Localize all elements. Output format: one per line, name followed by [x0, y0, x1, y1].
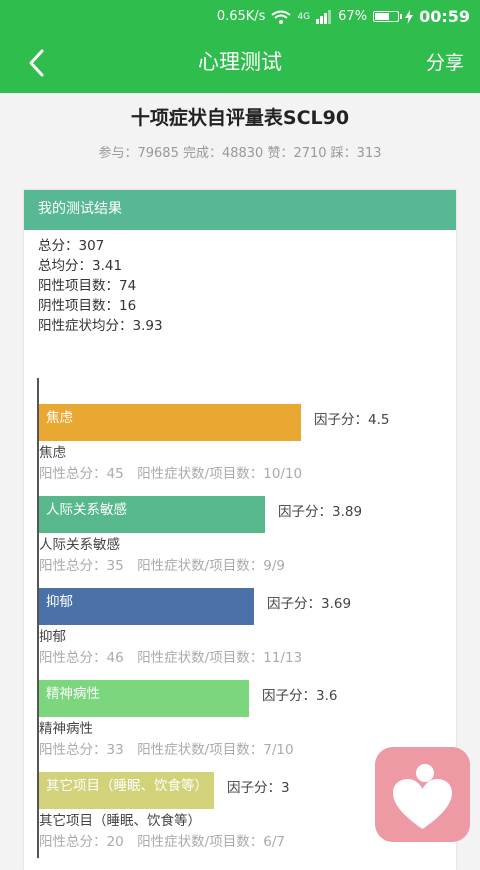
test-title: 十项症状自评量表SCL90: [130, 107, 350, 129]
network-speed: 0.65K/s: [216, 9, 266, 24]
result-summary: 总分：307 总均分：3.41 阳性项目数：74 阴性项目数：16 阳性症状均分…: [38, 236, 163, 336]
factor-score-label: 因子分：3.89: [278, 504, 363, 520]
factor-score-label: 因子分：4.5: [314, 412, 390, 428]
factor-name: 精神病性: [39, 721, 93, 737]
factor-score-label: 因子分：3: [227, 780, 290, 796]
factor-detail: 阳性总分：33 阳性症状数/项目数：7/10: [39, 742, 294, 758]
result-card-header: 我的测试结果: [24, 190, 456, 230]
wifi-icon: [271, 10, 292, 24]
factor-name: 人际关系敏感: [39, 537, 120, 553]
floating-heart-button[interactable]: [375, 747, 470, 842]
summary-average: 总均分：3.41: [38, 258, 123, 274]
factor-name: 抑郁: [39, 629, 66, 645]
factor-score-label: 因子分：3.69: [267, 596, 352, 612]
clock: 00:59: [419, 7, 470, 26]
summary-positive-average: 阳性症状均分：3.93: [38, 318, 163, 334]
factor-name: 其它项目（睡眠、饮食等）: [39, 813, 201, 829]
factor-name: 焦虑: [39, 445, 66, 461]
summary-positive-count: 阳性项目数：74: [38, 278, 137, 294]
app-bar: 心理测试 分享: [0, 33, 480, 93]
page-title: 心理测试: [198, 50, 282, 74]
chart-bar: 精神病性: [39, 680, 249, 717]
factor-score-label: 因子分：3.6: [262, 688, 338, 704]
factor-detail: 阳性总分：35 阳性症状数/项目数：9/9: [39, 558, 285, 574]
battery-icon: [373, 11, 403, 22]
status-bar: 0.65K/s 4G 67% 00:59: [0, 0, 480, 33]
factor-detail: 阳性总分：46 阳性症状数/项目数：11/13: [39, 650, 303, 666]
factor-detail: 阳性总分：45 阳性症状数/项目数：10/10: [39, 466, 303, 482]
share-button[interactable]: 分享: [426, 33, 464, 93]
chart-bar: 抑郁: [39, 588, 254, 625]
chart-bar: 人际关系敏感: [39, 496, 265, 533]
factor-detail: 阳性总分：20 阳性症状数/项目数：6/7: [39, 834, 285, 850]
network-type: 4G: [297, 11, 311, 22]
summary-negative-count: 阴性项目数：16: [38, 298, 137, 314]
chart-bar: 其它项目（睡眠、饮食等）: [39, 772, 214, 809]
signal-icon: [316, 9, 332, 24]
battery-percent: 67%: [338, 9, 368, 24]
summary-total: 总分：307: [38, 238, 105, 254]
chart-bar: 焦虑: [39, 404, 301, 441]
test-stats: 参与：79685 完成：48830 赞：2710 踩：313: [98, 146, 382, 161]
charging-icon: [405, 9, 414, 24]
